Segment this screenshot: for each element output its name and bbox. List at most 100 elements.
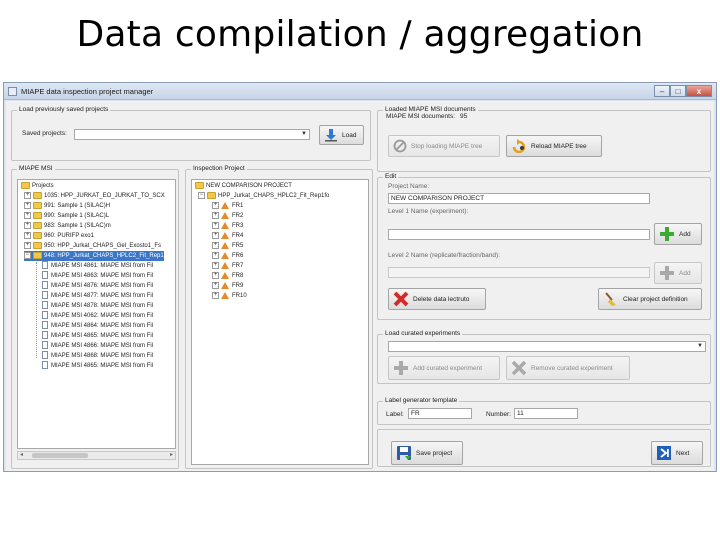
miape-tree-scroll-thumb[interactable] xyxy=(32,453,88,458)
tree-project-item[interactable]: +990: Sample 1 (SILAC)L xyxy=(24,211,109,221)
expand-icon[interactable]: + xyxy=(212,221,219,229)
slide-title: Data compilation / aggregation xyxy=(76,14,644,55)
tree-document-item[interactable]: MIAPE MSI 4864: MIAPE MSI from Fil xyxy=(42,321,153,331)
saved-projects-select[interactable]: ▼ xyxy=(74,129,310,140)
document-icon xyxy=(42,261,48,270)
save-project-button[interactable]: Save project xyxy=(391,441,463,465)
expand-icon[interactable]: + xyxy=(24,241,31,249)
scroll-right-icon[interactable]: ▸ xyxy=(170,451,173,458)
clear-project-button[interactable]: Clear project definition xyxy=(598,288,702,310)
load-button[interactable]: Load xyxy=(319,125,364,145)
document-icon xyxy=(42,361,48,370)
tree-item-label: MIAPE MSI 4864: MIAPE MSI from Fil xyxy=(51,323,154,329)
remove-curated-button[interactable]: Remove curated experiment xyxy=(506,356,630,380)
label-generator-group-label: Label generator template xyxy=(383,397,460,404)
tree-item-label: 960: PURIFP exo1 xyxy=(44,233,94,239)
tree-document-item[interactable]: MIAPE MSI 4062: MIAPE MSI from Fil xyxy=(42,311,153,321)
tree-project-item[interactable]: +950: HPP_Jurkat_CHAPS_Gel_Exosto1_Fs xyxy=(24,241,161,251)
tree-document-item[interactable]: MIAPE MSI 4865: MIAPE MSI from Fil xyxy=(42,331,153,341)
tree-document-item[interactable]: MIAPE MSI 4865: MIAPE MSI from Fil xyxy=(42,361,153,371)
add-level2-button[interactable]: Add xyxy=(654,262,702,284)
tree-item-label: MIAPE MSI 4866: MIAPE MSI from Fil xyxy=(51,343,154,349)
delete-data-button[interactable]: Delete data lectruto xyxy=(388,288,486,310)
saved-projects-value xyxy=(75,130,77,137)
folder-icon xyxy=(195,181,204,189)
inspection-fraction-item[interactable]: + FR9 xyxy=(212,281,243,291)
add-curated-button[interactable]: Add curated experiment xyxy=(388,356,500,380)
expand-icon[interactable]: + xyxy=(212,231,219,239)
inspection-fraction-item[interactable]: + FR3 xyxy=(212,221,243,231)
miape-msi-tree[interactable]: Projects +1035: HPP_JURKAT_EO_JURKAT_TO_… xyxy=(17,179,176,449)
tree-project-item[interactable]: − 948: HPP_Jurkat_CHAPS_HPLC2_Fit_Rep1 xyxy=(24,251,164,261)
close-button[interactable]: x xyxy=(686,85,712,97)
scroll-left-icon[interactable]: ◂ xyxy=(20,451,23,458)
level2-name-input[interactable] xyxy=(388,267,650,278)
add-level1-button[interactable]: Add xyxy=(654,223,702,245)
expand-icon[interactable]: + xyxy=(212,201,219,209)
inspection-fraction-item[interactable]: + FR6 xyxy=(212,251,243,261)
next-button[interactable]: Next xyxy=(651,441,703,465)
tree-document-item[interactable]: MIAPE MSI 4877: MIAPE MSI from Fil xyxy=(42,291,153,301)
reload-icon xyxy=(511,139,527,153)
inspection-fraction-item[interactable]: + FR4 xyxy=(212,231,243,241)
tree-project-item[interactable]: +991: Sample 1 (SILAC)H xyxy=(24,201,110,211)
tree-document-item[interactable]: MIAPE MSI 4861: MIAPE MSI from Fil xyxy=(42,261,153,271)
inspection-fraction-item[interactable]: + FR7 xyxy=(212,261,243,271)
inspection-fraction-item[interactable]: + FR5 xyxy=(212,241,243,251)
inspection-project-tree[interactable]: NEW COMPARISON PROJECT − HPP_Jurkat_CHAPS… xyxy=(191,179,369,465)
tree-document-item[interactable]: MIAPE MSI 4863: MIAPE MSI from Fil xyxy=(42,271,153,281)
tree-root-projects[interactable]: Projects xyxy=(21,181,54,191)
expand-icon[interactable]: + xyxy=(212,211,219,219)
tree-project-item[interactable]: +1035: HPP_JURKAT_EO_JURKAT_TO_SCX xyxy=(24,191,165,201)
tree-project-item[interactable]: +960: PURIFP exo1 xyxy=(24,231,94,241)
expand-icon[interactable]: + xyxy=(212,271,219,279)
expand-icon[interactable]: + xyxy=(212,291,219,299)
tree-item-label: 991: Sample 1 (SILAC)H xyxy=(44,203,111,209)
inspection-fraction-item[interactable]: + FR2 xyxy=(212,211,243,221)
docs-count-value: 95 xyxy=(460,113,468,120)
minimize-button[interactable]: – xyxy=(654,85,670,97)
miape-tree-hscrollbar[interactable]: ◂ ▸ xyxy=(17,451,176,460)
expand-icon[interactable]: + xyxy=(24,211,31,219)
maximize-button[interactable]: □ xyxy=(670,85,686,97)
document-icon xyxy=(42,311,48,320)
inspection-root[interactable]: NEW COMPARISON PROJECT xyxy=(195,181,292,191)
inspection-root-label: NEW COMPARISON PROJECT xyxy=(206,183,292,189)
inspection-fraction-item[interactable]: + FR8 xyxy=(212,271,243,281)
expand-icon[interactable]: + xyxy=(212,241,219,249)
project-name-input[interactable]: NEW COMPARISON PROJECT xyxy=(388,193,650,204)
next-arrow-icon xyxy=(656,445,672,461)
tree-document-item[interactable]: MIAPE MSI 4876: MIAPE MSI from Fil xyxy=(42,281,153,291)
tree-root-label: Projects xyxy=(32,183,54,189)
curated-group: Load curated experiments ▼ Add curated e… xyxy=(377,330,711,384)
flask-icon xyxy=(221,211,229,219)
tree-item-label: 983: Sample 1 (SILAC)m xyxy=(44,223,111,229)
inspection-fraction-item[interactable]: + FR10 xyxy=(212,291,247,301)
curated-group-label: Load curated experiments xyxy=(383,330,463,337)
tree-project-item[interactable]: +983: Sample 1 (SILAC)m xyxy=(24,221,111,231)
folder-icon xyxy=(33,231,42,239)
expand-icon[interactable]: + xyxy=(24,231,31,239)
expand-icon[interactable]: + xyxy=(24,191,31,199)
inspection-fraction-item[interactable]: + FR1 xyxy=(212,201,243,211)
number-input[interactable]: 11 xyxy=(514,408,578,419)
window-titlebar[interactable]: MIAPE data inspection project manager – … xyxy=(4,83,716,100)
reload-tree-button[interactable]: Reload MIAPE tree xyxy=(506,135,602,157)
expand-icon[interactable]: + xyxy=(212,281,219,289)
label-template-input[interactable]: FR xyxy=(408,408,472,419)
stop-loading-button[interactable]: Stop loading MIAPE tree xyxy=(388,135,500,157)
tree-item-label: MIAPE MSI 4863: MIAPE MSI from Fil xyxy=(51,273,154,279)
inspection-child[interactable]: − HPP_Jurkat_CHAPS_HPLC2_Fit_Rep1fo xyxy=(198,191,329,201)
expand-icon[interactable]: − xyxy=(24,251,31,259)
expand-icon[interactable]: + xyxy=(24,221,31,229)
curated-select-value xyxy=(389,342,391,349)
expand-icon[interactable]: + xyxy=(212,261,219,269)
tree-document-item[interactable]: MIAPE MSI 4878: MIAPE MSI from Fil xyxy=(42,301,153,311)
tree-document-item[interactable]: MIAPE MSI 4866: MIAPE MSI from Fil xyxy=(42,341,153,351)
tree-document-item[interactable]: MIAPE MSI 4868: MIAPE MSI from Fil xyxy=(42,351,153,361)
expand-icon[interactable]: + xyxy=(212,251,219,259)
level1-name-input[interactable] xyxy=(388,229,650,240)
expand-icon[interactable]: + xyxy=(24,201,31,209)
curated-experiments-select[interactable]: ▼ xyxy=(388,341,706,352)
collapse-icon[interactable]: − xyxy=(198,191,205,199)
